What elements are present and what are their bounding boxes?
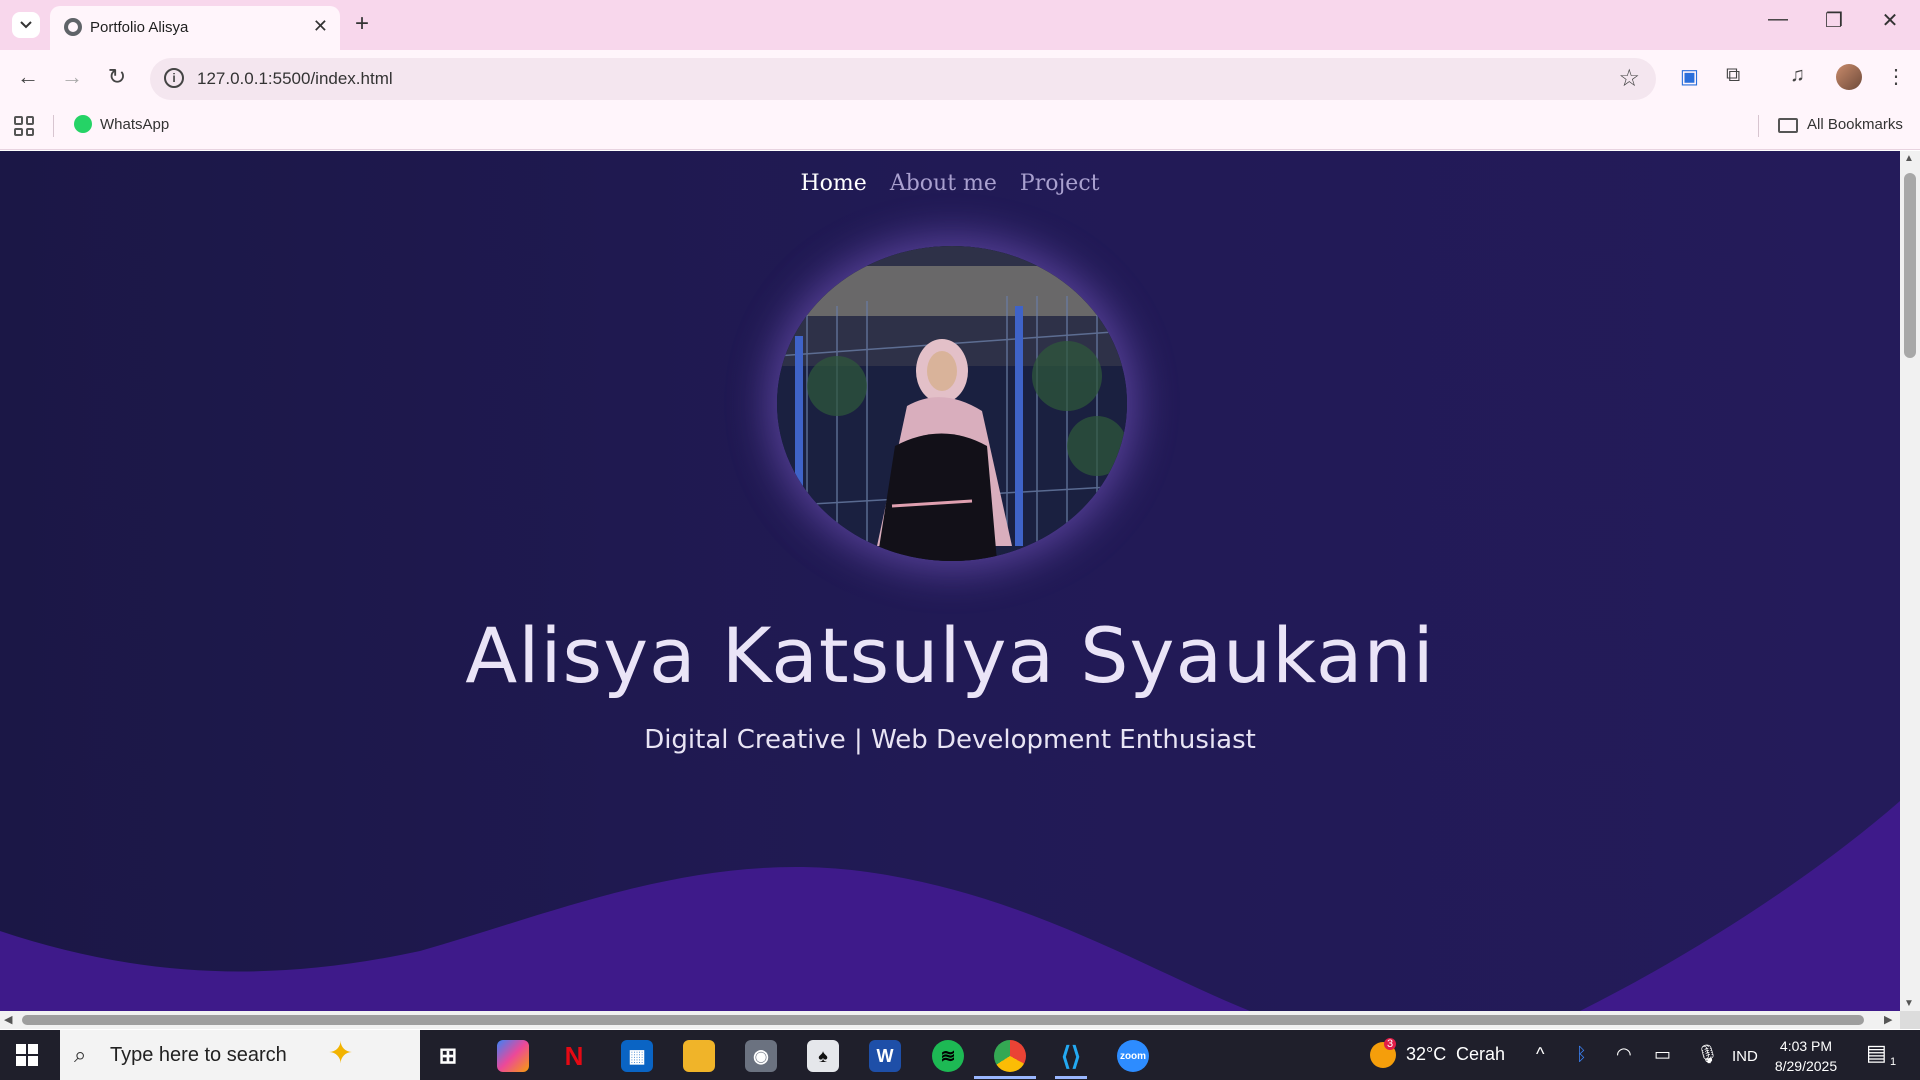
battery-icon[interactable]: ▭: [1654, 1044, 1671, 1065]
weather-badge: 3: [1384, 1038, 1397, 1050]
restore-icon[interactable]: ❐: [1814, 8, 1854, 33]
active-app-indicator: [974, 1076, 1036, 1079]
bookmarks-bar: [0, 108, 1920, 150]
extensions-icon[interactable]: ⧉: [1726, 64, 1740, 87]
windows-taskbar: ⌕ Type here to search ✦ ⊞ N ▦ ◉ ♠ W ≋ ⟨⟩…: [0, 1030, 1920, 1080]
more-menu-icon[interactable]: ⋮: [1886, 64, 1906, 89]
url-text[interactable]: 127.0.0.1:5500/index.html: [197, 69, 393, 89]
solitaire-app-icon[interactable]: ♠: [807, 1040, 839, 1072]
site-nav: Home About me Project: [0, 171, 1900, 196]
close-window-icon[interactable]: ✕: [1870, 8, 1910, 33]
scroll-corner: [1900, 1011, 1920, 1029]
profile-avatar[interactable]: [1836, 64, 1862, 90]
minimize-icon[interactable]: —: [1758, 8, 1798, 31]
chevron-up-icon[interactable]: ^: [1536, 1044, 1544, 1065]
chevron-down-icon: [20, 21, 32, 29]
bookmark-whatsapp[interactable]: WhatsApp: [100, 116, 169, 133]
globe-icon: [64, 18, 82, 36]
folder-icon[interactable]: [1778, 118, 1798, 133]
nav-home[interactable]: Home: [801, 171, 867, 196]
microphone-icon[interactable]: 🎙: [1696, 1044, 1719, 1065]
horizontal-scroll-thumb[interactable]: [22, 1015, 1864, 1025]
clock-time: 4:03 PM: [1779, 1038, 1833, 1054]
whatsapp-icon[interactable]: [74, 115, 92, 133]
language-indicator[interactable]: IND: [1732, 1048, 1758, 1065]
notification-count: 1: [1890, 1056, 1897, 1068]
search-icon: ⌕: [74, 1042, 87, 1067]
active-app-indicator: [1055, 1076, 1087, 1079]
taskbar-search[interactable]: ⌕ Type here to search ✦: [60, 1030, 420, 1080]
tab-search-button[interactable]: [12, 12, 40, 38]
horizontal-scrollbar[interactable]: ◀ ▶: [0, 1011, 1900, 1029]
search-placeholder[interactable]: Type here to search: [110, 1044, 287, 1067]
back-button[interactable]: ←: [13, 64, 43, 90]
scroll-right-arrow-icon[interactable]: ▶: [1884, 1013, 1892, 1026]
file-explorer-icon[interactable]: [683, 1040, 715, 1072]
copilot-sparkle-icon[interactable]: ✦: [328, 1036, 353, 1071]
nav-about[interactable]: About me: [890, 171, 997, 196]
close-tab-icon[interactable]: ✕: [313, 16, 328, 37]
vscode-app-icon[interactable]: ⟨⟩: [1055, 1040, 1087, 1072]
hero-tagline: Digital Creative | Web Development Enthu…: [644, 725, 1256, 755]
forward-button[interactable]: →: [57, 64, 87, 90]
divider: [53, 115, 54, 137]
new-tab-button[interactable]: +: [355, 10, 369, 38]
windows-start-icon[interactable]: [16, 1044, 38, 1066]
spotify-app-icon[interactable]: ≋: [932, 1040, 964, 1072]
profile-photo: [777, 246, 1127, 561]
reload-button[interactable]: ↻: [102, 64, 132, 90]
camera-app-icon[interactable]: ◉: [745, 1040, 777, 1072]
zoom-app-icon[interactable]: zoom: [1117, 1040, 1149, 1072]
copilot-app-icon[interactable]: [497, 1040, 529, 1072]
notification-icon[interactable]: ▤: [1866, 1040, 1887, 1066]
media-control-icon[interactable]: ♫: [1790, 64, 1805, 87]
netflix-app-icon[interactable]: N: [558, 1040, 590, 1072]
scroll-left-arrow-icon[interactable]: ◀: [4, 1013, 12, 1026]
browser-toolbar: ← → ↻ i 127.0.0.1:5500/index.html ☆ ▣ ⧉ …: [0, 50, 1920, 108]
vertical-scrollbar[interactable]: ▲ ▼: [1900, 151, 1920, 1011]
word-style-app-icon[interactable]: W: [869, 1040, 901, 1072]
wifi-icon[interactable]: ◠: [1616, 1044, 1632, 1065]
task-view-icon[interactable]: ⊞: [432, 1040, 464, 1072]
screen-capture-icon[interactable]: ▣: [1680, 64, 1699, 89]
store-app-icon[interactable]: ▦: [621, 1040, 653, 1072]
bluetooth-icon[interactable]: ᛒ: [1576, 1044, 1587, 1065]
site-info-icon[interactable]: i: [164, 68, 184, 88]
vertical-scroll-thumb[interactable]: [1904, 173, 1916, 358]
tab-bar: Portfolio Alisya ✕ + — ❐ ✕: [0, 0, 1920, 50]
divider: [1758, 115, 1759, 137]
scroll-up-arrow-icon[interactable]: ▲: [1904, 153, 1914, 164]
tab-active[interactable]: Portfolio Alisya ✕: [50, 6, 340, 50]
weather-temp[interactable]: 32°C: [1406, 1044, 1446, 1065]
portfolio-page: Home About me Project Alisya Katsulya Sy…: [0, 151, 1900, 1011]
address-bar[interactable]: i 127.0.0.1:5500/index.html ☆: [150, 58, 1656, 100]
clock-date: 8/29/2025: [1774, 1058, 1838, 1074]
scroll-down-arrow-icon[interactable]: ▼: [1904, 998, 1914, 1009]
nav-project[interactable]: Project: [1020, 171, 1100, 196]
system-clock[interactable]: 4:03 PM 8/29/2025: [1770, 1036, 1842, 1076]
weather-desc[interactable]: Cerah: [1456, 1044, 1505, 1065]
tab-title: Portfolio Alisya: [90, 19, 189, 36]
bookmark-star-icon[interactable]: ☆: [1618, 64, 1640, 93]
apps-grid-icon[interactable]: [14, 116, 34, 136]
all-bookmarks-button[interactable]: All Bookmarks: [1807, 116, 1903, 133]
chrome-app-icon[interactable]: [994, 1040, 1026, 1072]
hero-name: Alisya Katsulya Syaukani: [465, 611, 1435, 700]
